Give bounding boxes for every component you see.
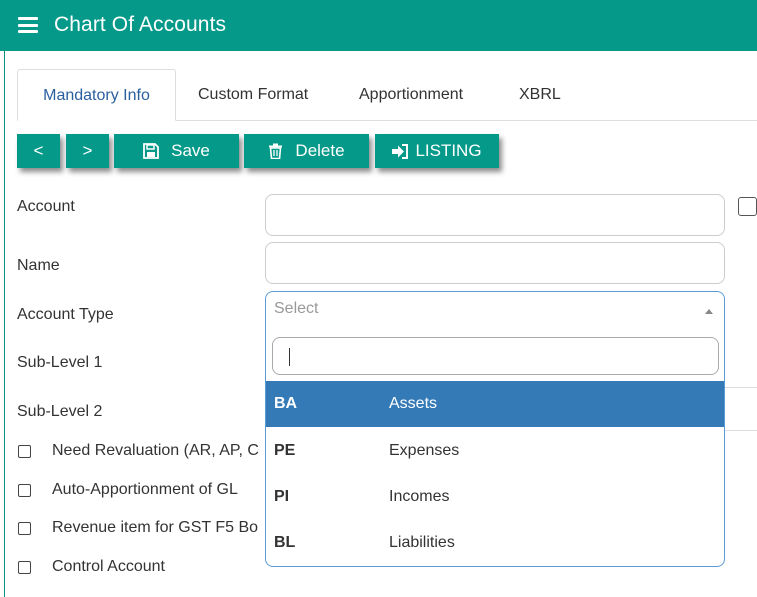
option-name: Liabilities bbox=[389, 534, 455, 551]
tab-custom-format[interactable]: Custom Format bbox=[198, 69, 308, 121]
option-name: Expenses bbox=[389, 442, 460, 459]
text-cursor bbox=[289, 348, 290, 366]
previous-button[interactable]: < bbox=[17, 134, 60, 168]
account-type-dropdown: BA Assets PE Expenses PI Incomes BL Liab… bbox=[265, 330, 725, 567]
trash-icon bbox=[269, 143, 283, 159]
left-rail-divider bbox=[4, 51, 5, 597]
sublevel-1-label: Sub-Level 1 bbox=[17, 354, 103, 371]
sublevel-2-label: Sub-Level 2 bbox=[17, 403, 103, 420]
revenue-item-label: Revenue item for GST F5 Bo bbox=[52, 519, 259, 536]
page-title: Chart Of Accounts bbox=[54, 13, 227, 36]
sublevel-2-field-edge bbox=[725, 430, 757, 431]
name-label: Name bbox=[17, 257, 60, 274]
account-type-label: Account Type bbox=[17, 306, 114, 323]
dropdown-option-pi[interactable]: PI Incomes bbox=[266, 474, 724, 520]
option-code: PI bbox=[274, 488, 290, 505]
delete-button-label: Delete bbox=[295, 141, 345, 160]
save-button[interactable]: Save bbox=[114, 134, 239, 168]
need-revaluation-checkbox[interactable] bbox=[18, 445, 31, 458]
account-type-select[interactable]: Select bbox=[265, 291, 725, 331]
previous-button-label: < bbox=[33, 141, 44, 160]
caret-up-icon bbox=[705, 309, 713, 314]
dropdown-search-input[interactable] bbox=[272, 337, 719, 375]
control-account-label: Control Account bbox=[52, 558, 165, 575]
tab-mandatory-info[interactable]: Mandatory Info bbox=[17, 69, 176, 121]
auto-apportionment-label: Auto-Apportionment of GL bbox=[52, 481, 238, 498]
listing-button[interactable]: LISTING bbox=[375, 134, 499, 168]
control-account-checkbox[interactable] bbox=[18, 561, 31, 574]
sign-in-icon bbox=[392, 143, 409, 159]
account-input[interactable] bbox=[265, 194, 725, 236]
option-name: Assets bbox=[389, 395, 438, 412]
account-label: Account bbox=[17, 198, 75, 215]
need-revaluation-label: Need Revaluation (AR, AP, C bbox=[52, 442, 259, 459]
dropdown-option-bl[interactable]: BL Liabilities bbox=[266, 520, 724, 566]
next-button[interactable]: > bbox=[66, 134, 109, 168]
tab-xbrl[interactable]: XBRL bbox=[519, 69, 561, 121]
revenue-item-checkbox[interactable] bbox=[18, 522, 31, 535]
next-button-label: > bbox=[82, 141, 93, 160]
tab-bar: Mandatory Info Custom Format Apportionme… bbox=[17, 69, 757, 121]
option-name: Incomes bbox=[389, 488, 450, 505]
option-code: PE bbox=[274, 442, 296, 459]
account-type-placeholder: Select bbox=[274, 300, 319, 317]
dropdown-option-ba[interactable]: BA Assets bbox=[266, 381, 724, 427]
hamburger-menu-icon[interactable] bbox=[18, 17, 38, 33]
option-code: BA bbox=[274, 395, 298, 412]
app-header: Chart Of Accounts bbox=[0, 0, 757, 51]
save-button-label: Save bbox=[171, 141, 210, 160]
account-side-checkbox[interactable] bbox=[738, 197, 757, 216]
tab-apportionment[interactable]: Apportionment bbox=[359, 69, 463, 121]
delete-button[interactable]: Delete bbox=[244, 134, 369, 168]
sublevel-1-field-edge bbox=[725, 387, 757, 388]
dropdown-option-pe[interactable]: PE Expenses bbox=[266, 428, 724, 474]
save-icon bbox=[143, 143, 160, 159]
auto-apportionment-checkbox[interactable] bbox=[18, 484, 31, 497]
name-input[interactable] bbox=[265, 242, 725, 284]
listing-button-label: LISTING bbox=[415, 141, 482, 160]
option-code: BL bbox=[274, 534, 296, 551]
